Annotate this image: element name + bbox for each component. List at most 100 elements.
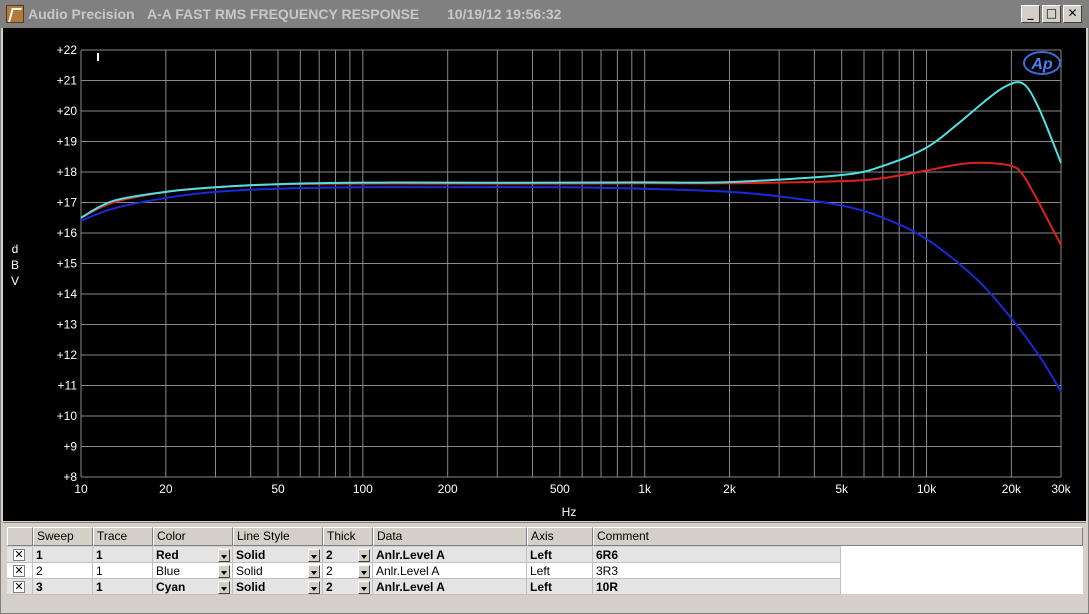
cell-sweep[interactable]: 1 [33,547,93,563]
cell-axis-text: Left [530,548,552,562]
grid-lines [80,49,1062,478]
cell-trace-text: 1 [96,580,103,594]
cell-sweep-text: 2 [36,564,43,578]
dropdown-arrow-icon[interactable] [218,549,230,562]
maximize-button[interactable]: □ [1042,5,1061,23]
cell-color-text: Cyan [156,580,186,594]
table-row[interactable]: ✕ 2 1 Blue Solid 2 Anlr.Level A Left 3R3 [7,563,841,579]
audio-precision-app-icon[interactable] [6,5,24,23]
column-header-style[interactable]: Line Style [233,527,323,546]
dropdown-arrow-icon[interactable] [308,565,320,578]
cell-axis[interactable]: Left [527,563,593,579]
table-row[interactable]: ✕ 1 1 Red Solid 2 Anlr.Level A Left 6R6 [7,547,841,563]
axis-labels: +22 +21 +20 +19 +18 +17 +16 +15 +14 +13 +12 +11 +10 +… [11,43,1072,519]
row-enable-checkbox[interactable]: ✕ [13,565,25,577]
dropdown-arrow-icon[interactable] [358,565,370,578]
row-checkbox-cell[interactable]: ✕ [7,547,33,563]
x-tick-label: 2k [723,482,737,496]
cell-sweep[interactable]: 2 [33,563,93,579]
table-empty-area [841,546,1083,594]
cell-trace[interactable]: 1 [93,563,153,579]
cell-trace-text: 1 [96,564,103,578]
close-button[interactable]: ✕ [1063,5,1082,23]
dropdown-arrow-icon[interactable] [308,549,320,562]
x-unit-label: Hz [562,505,577,519]
cell-color-text: Red [156,548,179,562]
frequency-response-plot[interactable]: +22 +21 +20 +19 +18 +17 +16 +15 +14 +13 +12 +11 +10 +… [3,28,1086,521]
cell-color[interactable]: Red [153,547,233,563]
x-tick-label: 500 [550,482,570,496]
cell-comment-text: 6R6 [596,548,619,562]
column-header-thick[interactable]: Thick [323,527,373,546]
column-header-trace[interactable]: Trace [93,527,153,546]
x-tick-label: 100 [353,482,373,496]
cell-thick[interactable]: 2 [323,579,373,595]
cell-data[interactable]: Anlr.Level A [373,579,527,595]
dropdown-arrow-icon[interactable] [218,581,230,594]
app-title: Audio Precision [28,6,135,22]
x-tick-label: 10k [917,482,937,496]
y-tick-label: +11 [58,379,78,393]
y-tick-label: +21 [57,74,78,88]
test-name-title: A-A FAST RMS FREQUENCY RESPONSE [147,6,420,22]
dropdown-arrow-icon[interactable] [358,581,370,594]
y-tick-label: +20 [57,104,78,118]
x-tick-label: 5k [835,482,849,496]
cell-trace[interactable]: 1 [93,579,153,595]
cell-color[interactable]: Cyan [153,579,233,595]
ap-logo-text: Ap [1030,56,1053,73]
y-tick-label: +16 [57,226,78,240]
cell-thick[interactable]: 2 [323,563,373,579]
cell-comment[interactable]: 3R3 [593,563,841,579]
row-checkbox-cell[interactable]: ✕ [7,579,33,595]
ap-logo-icon: Ap [1023,51,1061,75]
column-header-data[interactable]: Data [373,527,527,546]
column-header-color[interactable]: Color [153,527,233,546]
cell-axis[interactable]: Left [527,579,593,595]
x-tick-label: 10 [74,482,88,496]
chart-svg[interactable]: +22 +21 +20 +19 +18 +17 +16 +15 +14 +13 +12 +11 +10 +… [3,28,1086,521]
cell-style[interactable]: Solid [233,547,323,563]
cell-thick-text: 2 [326,580,333,594]
y-tick-label: +9 [63,440,77,454]
cell-style[interactable]: Solid [233,563,323,579]
y-tick-label: +14 [57,287,78,301]
title-bar[interactable]: Audio Precision A-A FAST RMS FREQUENCY R… [1,1,1089,28]
cell-color[interactable]: Blue [153,563,233,579]
row-enable-checkbox[interactable]: ✕ [13,581,25,593]
cell-color-text: Blue [156,564,181,578]
x-tick-label: 200 [438,482,458,496]
x-tick-label: 1k [638,482,652,496]
graph-window: Audio Precision A-A FAST RMS FREQUENCY R… [0,0,1089,614]
cell-axis-text: Left [530,564,551,578]
cell-data[interactable]: Anlr.Level A [373,563,527,579]
minimize-button[interactable]: _ [1021,5,1040,23]
y-tick-label: +10 [57,409,78,423]
cell-comment[interactable]: 10R [593,579,841,595]
cell-sweep-text: 3 [36,580,43,594]
row-enable-checkbox[interactable]: ✕ [13,549,25,561]
cell-comment[interactable]: 6R6 [593,547,841,563]
dropdown-arrow-icon[interactable] [358,549,370,562]
y-unit-label: V [11,274,19,288]
cell-axis[interactable]: Left [527,547,593,563]
y-tick-label: +22 [57,43,78,57]
cell-thick[interactable]: 2 [323,547,373,563]
header-corner[interactable] [7,527,33,546]
cell-data-text: Anlr.Level A [376,564,440,578]
dropdown-arrow-icon[interactable] [308,581,320,594]
y-tick-label: +19 [57,135,78,149]
column-header-comment[interactable]: Comment [593,527,1083,546]
cell-sweep[interactable]: 3 [33,579,93,595]
column-header-axis[interactable]: Axis [527,527,593,546]
x-tick-label: 30k [1051,482,1071,496]
cell-style[interactable]: Solid [233,579,323,595]
cell-trace[interactable]: 1 [93,547,153,563]
cell-data-text: Anlr.Level A [376,548,445,562]
y-unit-label: B [11,258,19,272]
row-checkbox-cell[interactable]: ✕ [7,563,33,579]
cell-data[interactable]: Anlr.Level A [373,547,527,563]
column-header-sweep[interactable]: Sweep [33,527,93,546]
table-row[interactable]: ✕ 3 1 Cyan Solid 2 Anlr.Level A Left 10R [7,579,841,595]
dropdown-arrow-icon[interactable] [218,565,230,578]
